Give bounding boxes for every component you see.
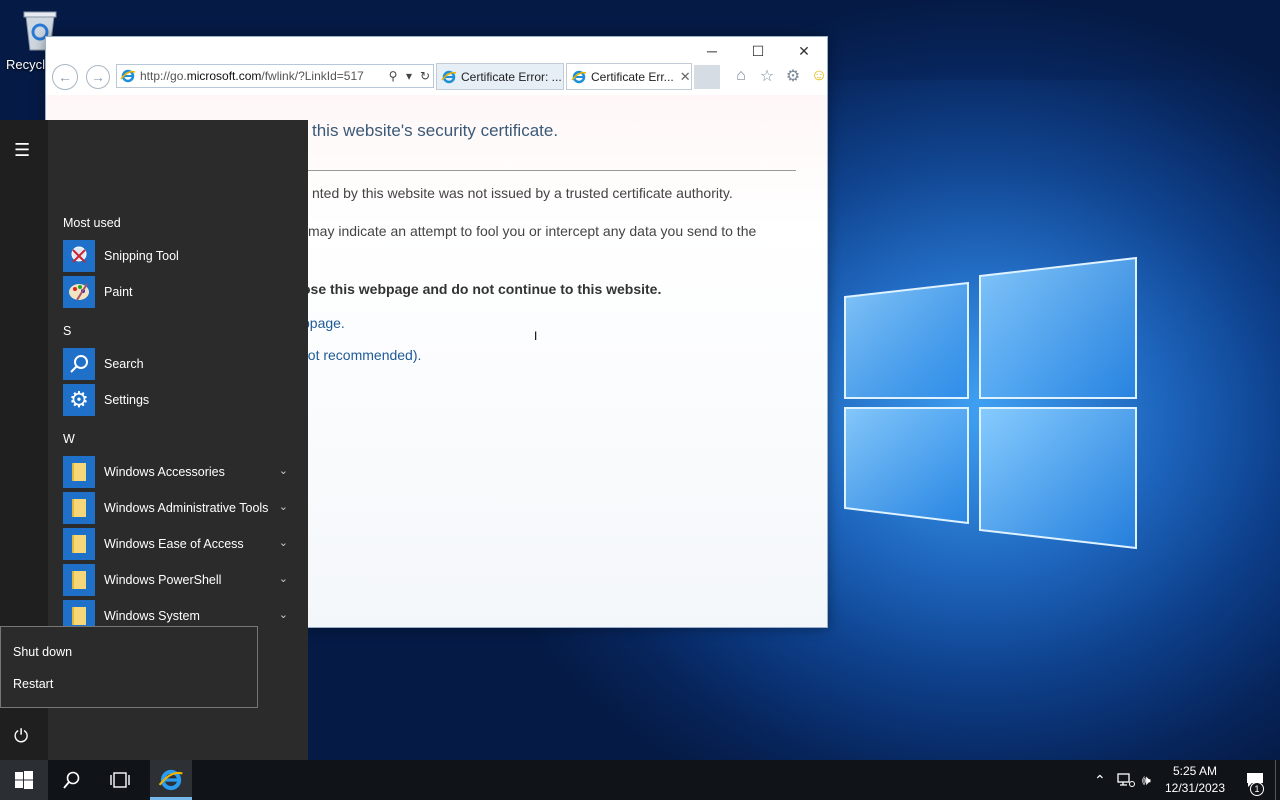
- app-label: Windows Administrative Tools: [104, 501, 269, 515]
- app-windows-powershell[interactable]: Windows PowerShell ⌄: [63, 563, 298, 597]
- app-windows-administrative-tools[interactable]: Windows Administrative Tools ⌄: [63, 491, 298, 525]
- tab-label: Certificate Error: ...: [461, 69, 562, 84]
- section-header-most-used: Most used: [63, 216, 121, 230]
- error-paragraph-1: nted by this website was not issued by a…: [312, 185, 733, 201]
- task-view-icon: [110, 772, 130, 788]
- smiley-feedback-icon[interactable]: ☺: [808, 65, 830, 87]
- power-menu: Shut down Restart: [0, 626, 258, 708]
- forward-button[interactable]: →: [86, 65, 110, 89]
- clock-time: 5:25 AM: [1172, 764, 1218, 778]
- app-label: Snipping Tool: [104, 249, 179, 263]
- app-label: Windows PowerShell: [104, 573, 222, 587]
- power-icon[interactable]: ⏻: [14, 726, 36, 748]
- folder-icon: [63, 528, 95, 560]
- taskbar-ie-button[interactable]: [147, 760, 195, 800]
- task-view-button[interactable]: [96, 760, 144, 800]
- url-domain: microsoft.com: [186, 69, 262, 83]
- tab-certificate-error-2[interactable]: Certificate Err... ✕: [566, 63, 692, 90]
- star-icon[interactable]: ☆: [756, 65, 778, 87]
- taskbar: ⌃ 🕪 5:25 AM 12/31/2023 1: [0, 760, 1280, 800]
- search-icon[interactable]: ⚲: [385, 69, 401, 83]
- app-label: Windows Accessories: [104, 465, 225, 479]
- maximize-button[interactable]: ☐: [735, 37, 781, 65]
- search-icon: [63, 348, 95, 380]
- search-icon: [63, 771, 80, 789]
- volume-icon[interactable]: 🕪: [1142, 760, 1162, 800]
- window-controls: ─ ☐ ✕: [689, 37, 827, 65]
- tab-label: Certificate Err...: [591, 69, 674, 84]
- app-label: Windows Ease of Access: [104, 537, 244, 551]
- url-text[interactable]: http://go.microsoft.com/fwlink/?LinkId=5…: [140, 69, 385, 83]
- text-cursor-icon: I: [534, 329, 538, 343]
- url-prefix: http://go.: [140, 69, 187, 83]
- ie-titlebar: ─ ☐ ✕ ← → http://go.microsoft.com/fwlink…: [46, 37, 827, 95]
- address-bar[interactable]: http://go.microsoft.com/fwlink/?LinkId=5…: [116, 64, 434, 88]
- app-label: Windows System: [104, 609, 200, 623]
- chevron-down-icon[interactable]: ⌄: [279, 500, 288, 513]
- ie-icon: [158, 769, 183, 791]
- tab-close-icon[interactable]: ✕: [680, 69, 691, 85]
- section-header-w[interactable]: W: [63, 432, 75, 446]
- ie-tab-icon: [571, 70, 587, 83]
- chevron-down-icon[interactable]: ⌄: [279, 572, 288, 585]
- back-button[interactable]: ←: [52, 64, 78, 90]
- ie-tab-icon: [441, 70, 457, 83]
- ie-toolbar: ⌂ ☆ ⚙ ☺: [730, 65, 830, 87]
- new-tab-button[interactable]: [694, 65, 720, 89]
- url-suffix: /fwlink/?LinkId=517: [261, 69, 364, 83]
- network-icon[interactable]: [1117, 760, 1137, 800]
- app-label: Search: [104, 357, 144, 371]
- folder-icon: [63, 456, 95, 488]
- start-button[interactable]: [0, 760, 48, 800]
- app-paint[interactable]: Paint: [63, 275, 298, 309]
- close-button[interactable]: ✕: [781, 37, 827, 65]
- show-desktop-button[interactable]: [1275, 760, 1280, 800]
- gear-icon[interactable]: ⚙: [782, 65, 804, 87]
- ie-page-icon: [120, 69, 136, 83]
- restart-option[interactable]: Restart: [13, 677, 53, 691]
- gear-icon: ⚙: [63, 384, 95, 416]
- snipping-tool-icon: [63, 240, 95, 272]
- app-snipping-tool[interactable]: Snipping Tool: [63, 239, 298, 273]
- tray-overflow-chevron-icon[interactable]: ⌃: [1094, 760, 1112, 800]
- chevron-down-icon[interactable]: ⌄: [279, 608, 288, 621]
- windows-logo-icon: [15, 771, 33, 789]
- paint-icon: [63, 276, 95, 308]
- clock-date: 12/31/2023: [1164, 781, 1226, 795]
- chevron-down-icon[interactable]: ▾: [401, 69, 417, 83]
- tab-certificate-error-1[interactable]: Certificate Error: ...: [436, 63, 564, 90]
- app-label: Settings: [104, 393, 150, 407]
- continue-to-website-link[interactable]: not recommended).: [300, 347, 421, 363]
- error-paragraph-2: may indicate an attempt to fool you or i…: [308, 223, 757, 239]
- app-label: Paint: [104, 285, 133, 299]
- app-search[interactable]: Search: [63, 347, 298, 381]
- folder-icon: [63, 564, 95, 596]
- chevron-down-icon[interactable]: ⌄: [279, 464, 288, 477]
- taskbar-search-button[interactable]: [48, 760, 96, 800]
- minimize-button[interactable]: ─: [689, 37, 735, 65]
- folder-icon: [63, 492, 95, 524]
- app-windows-ease-of-access[interactable]: Windows Ease of Access ⌄: [63, 527, 298, 561]
- app-settings[interactable]: ⚙ Settings: [63, 383, 298, 417]
- notification-badge: 1: [1250, 782, 1264, 796]
- refresh-icon[interactable]: ↻: [417, 69, 433, 83]
- error-title: this website's security certificate.: [312, 121, 559, 140]
- hamburger-menu-icon[interactable]: ☰: [14, 140, 34, 160]
- app-windows-accessories[interactable]: Windows Accessories ⌄: [63, 455, 298, 489]
- clock[interactable]: 5:25 AM 12/31/2023: [1160, 763, 1230, 797]
- chevron-down-icon[interactable]: ⌄: [279, 536, 288, 549]
- error-recommendation: ose this webpage and do not continue to …: [302, 281, 662, 297]
- section-header-s[interactable]: S: [63, 324, 71, 338]
- shut-down-option[interactable]: Shut down: [13, 645, 72, 659]
- back-arrow-icon: ←: [58, 69, 72, 85]
- home-icon[interactable]: ⌂: [730, 65, 752, 87]
- forward-arrow-icon: →: [91, 69, 105, 85]
- close-webpage-link[interactable]: bpage.: [302, 315, 345, 331]
